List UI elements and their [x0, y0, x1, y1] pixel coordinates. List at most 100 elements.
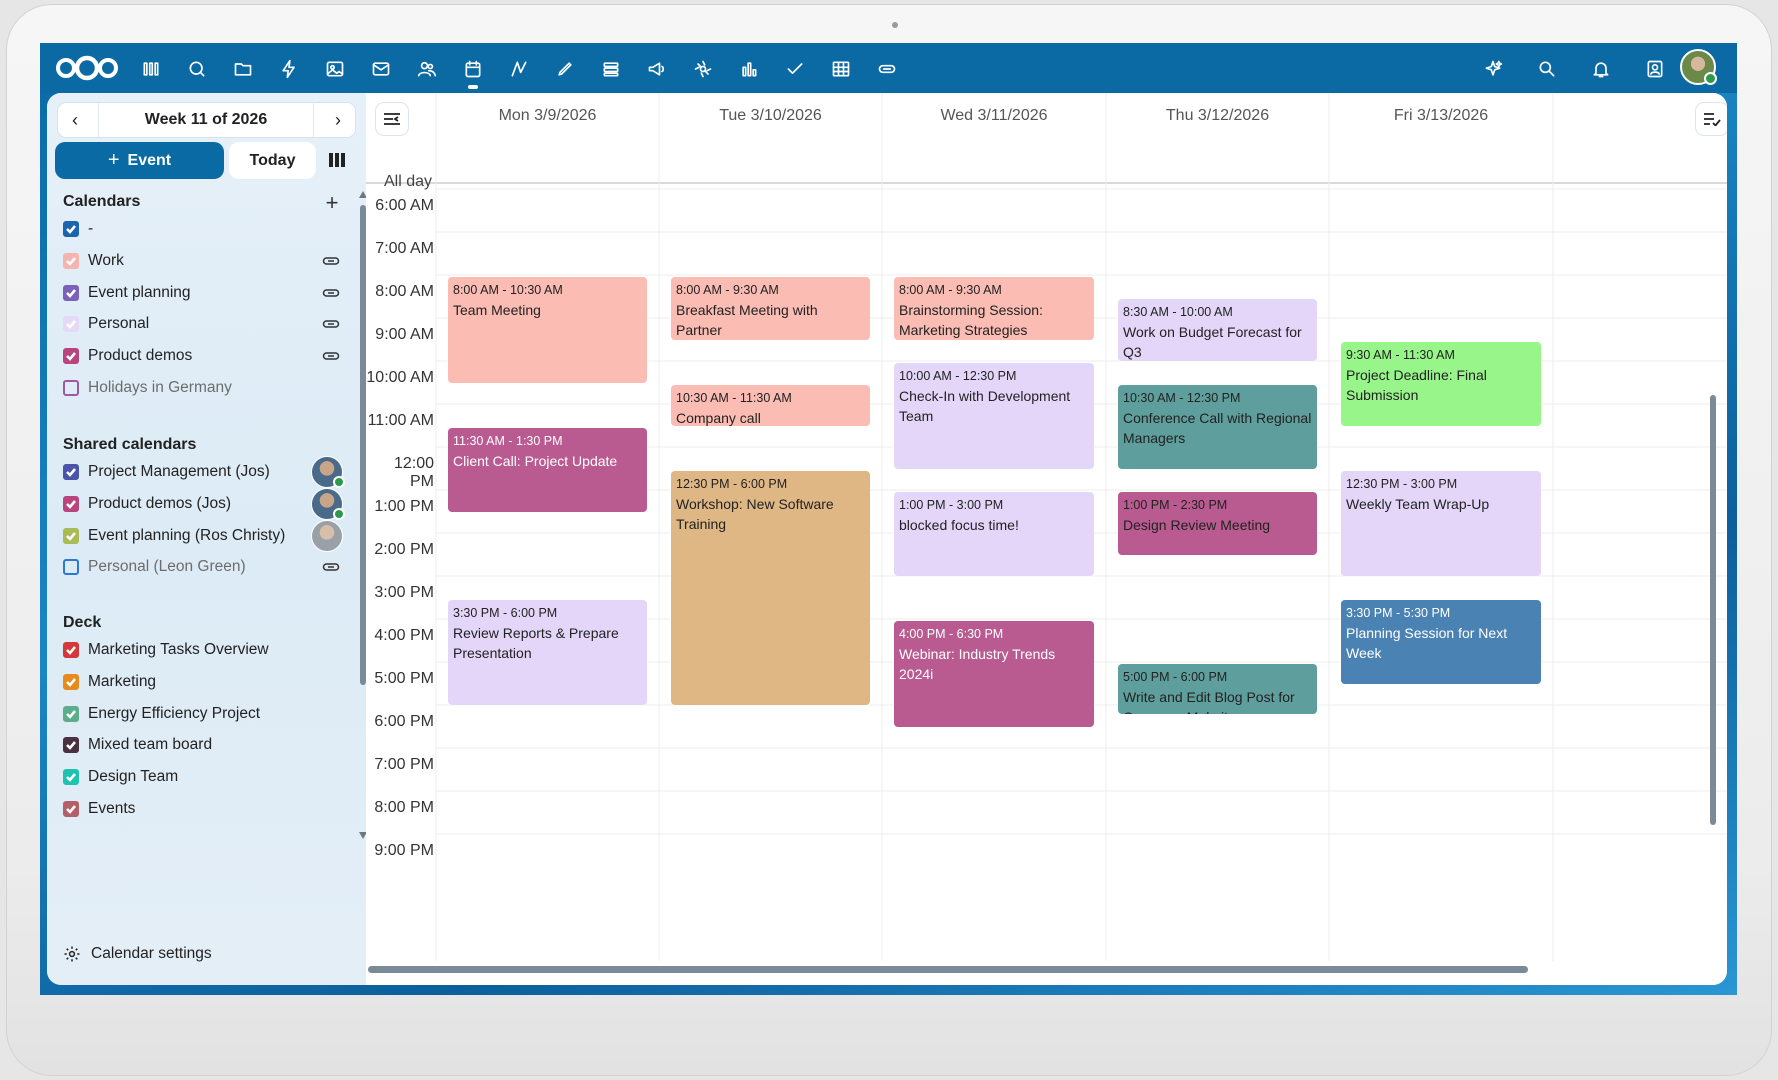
add-calendar-icon[interactable]: +: [321, 190, 343, 215]
analytics-icon[interactable]: [736, 56, 762, 82]
mail-icon[interactable]: [368, 56, 394, 82]
activity-icon[interactable]: [276, 56, 302, 82]
day-header[interactable]: Thu 3/12/2026: [1093, 107, 1343, 125]
calendar-event[interactable]: 1:00 PM - 3:00 PM blocked focus time!: [894, 492, 1094, 576]
event-time: 11:30 AM - 1:30 PM: [453, 433, 563, 448]
tables-icon[interactable]: [828, 56, 854, 82]
announcements-icon[interactable]: [644, 56, 670, 82]
calendar-event[interactable]: 4:00 PM - 6:30 PM Webinar: Industry Trend…: [894, 621, 1094, 727]
nextcloud-logo[interactable]: [54, 55, 120, 81]
deck-icon[interactable]: [598, 56, 624, 82]
new-event-button[interactable]: + Event: [55, 142, 224, 179]
shared-calendar-item[interactable]: Project Management (Jos): [63, 458, 323, 486]
user-avatar[interactable]: [1680, 49, 1717, 85]
checkbox[interactable]: [63, 221, 79, 237]
grid-horizontal-scrollbar[interactable]: [368, 966, 1528, 973]
chevron-right-icon[interactable]: ›: [321, 103, 355, 137]
time-label: 6:00 PM: [374, 713, 434, 730]
calendar-event[interactable]: 8:00 AM - 10:30 AM Team Meeting: [448, 277, 647, 383]
checkbox[interactable]: [63, 769, 79, 786]
deck-item[interactable]: Design Team: [63, 763, 323, 791]
time-label: 9:00 AM: [375, 326, 434, 343]
calendar-event[interactable]: 10:00 AM - 12:30 PM Check-In with Develop…: [894, 363, 1094, 469]
tasks-icon[interactable]: [782, 56, 808, 82]
share-link-icon[interactable]: [320, 252, 342, 270]
shared-calendar-item[interactable]: Event planning (Ros Christy): [63, 522, 323, 550]
day-header[interactable]: Wed 3/11/2026: [869, 107, 1119, 125]
shared-calendars-header: Shared calendars: [63, 436, 197, 453]
notifications-icon[interactable]: [1588, 56, 1614, 82]
link-icon[interactable]: [874, 56, 900, 82]
calendar-item[interactable]: Event planning: [63, 279, 323, 307]
contacts-icon[interactable]: [414, 56, 440, 82]
share-link-icon[interactable]: [320, 347, 342, 365]
share-link-icon[interactable]: [320, 558, 342, 576]
calendar-event[interactable]: 8:00 AM - 9:30 AM Breakfast Meeting with …: [671, 277, 870, 340]
calendar-settings-link[interactable]: Calendar settings: [63, 945, 212, 963]
checkbox[interactable]: [63, 284, 79, 301]
checkbox[interactable]: [63, 737, 79, 754]
share-link-icon[interactable]: [320, 284, 342, 302]
day-header[interactable]: Tue 3/10/2026: [646, 107, 896, 125]
today-button[interactable]: Today: [229, 142, 316, 179]
files-icon[interactable]: [230, 56, 256, 82]
assistant-icon[interactable]: [1480, 56, 1506, 82]
chevron-left-icon[interactable]: ‹: [58, 103, 92, 137]
task-list-icon[interactable]: [1696, 103, 1727, 135]
deck-item[interactable]: Marketing Tasks Overview: [63, 636, 323, 664]
calendar-item[interactable]: Personal: [63, 310, 323, 338]
text-icon[interactable]: [506, 56, 532, 82]
calendar-event[interactable]: 8:30 AM - 10:00 AM Work on Budget Forecas…: [1118, 298, 1317, 361]
deck-item[interactable]: Events: [63, 795, 323, 823]
checkbox[interactable]: [63, 348, 79, 365]
calendar-item[interactable]: Work: [63, 247, 323, 275]
calendar-item[interactable]: -: [63, 215, 323, 243]
toggle-sidebar-icon[interactable]: [376, 103, 408, 135]
calendar-event[interactable]: 10:30 AM - 11:30 AM Company call: [671, 384, 870, 426]
calendar-event[interactable]: 9:30 AM - 11:30 AM Project Deadline: Fina…: [1341, 341, 1541, 426]
share-link-icon[interactable]: [320, 315, 342, 333]
checkbox[interactable]: [63, 705, 79, 722]
calendar-event[interactable]: 3:30 PM - 6:00 PM Review Reports & Prepar…: [448, 599, 647, 705]
checkbox[interactable]: [63, 527, 79, 544]
day-header[interactable]: Mon 3/9/2026: [423, 107, 673, 125]
search-icon[interactable]: [1534, 56, 1560, 82]
checkbox[interactable]: [63, 559, 79, 576]
calendar-event[interactable]: 12:30 PM - 6:00 PM Workshop: New Software…: [671, 470, 870, 705]
time-label: 9:00 PM: [374, 842, 434, 859]
checkbox[interactable]: [63, 801, 79, 817]
calendar-event[interactable]: 5:00 PM - 6:00 PM Write and Edit Blog Pos…: [1118, 664, 1317, 714]
deck-item[interactable]: Energy Efficiency Project: [63, 700, 323, 728]
calendar-icon[interactable]: [460, 56, 486, 89]
integration-icon[interactable]: [690, 56, 716, 82]
checkbox[interactable]: [63, 252, 79, 269]
calendar-event[interactable]: 1:00 PM - 2:30 PM Design Review Meeting: [1118, 492, 1317, 555]
view-columns-icon[interactable]: [322, 145, 352, 175]
checkbox[interactable]: [63, 464, 79, 480]
checkbox[interactable]: [63, 642, 79, 658]
calendar-event[interactable]: 3:30 PM - 5:30 PM Planning Session for Ne…: [1341, 599, 1541, 684]
calendar-event[interactable]: 10:30 AM - 12:30 PM Conference Call with …: [1118, 384, 1317, 469]
contacts-menu-icon[interactable]: [1642, 56, 1668, 82]
owner-avatar: [311, 487, 345, 520]
checkbox[interactable]: [63, 673, 79, 690]
shared-calendar-item[interactable]: Product demos (Jos): [63, 490, 323, 518]
photos-icon[interactable]: [322, 56, 348, 82]
grid-vertical-scrollbar[interactable]: [1710, 395, 1716, 825]
deck-item[interactable]: Marketing: [63, 668, 323, 696]
search-circle-icon[interactable]: [184, 56, 210, 82]
checkbox[interactable]: [63, 380, 79, 396]
calendar-event[interactable]: 8:00 AM - 9:30 AM Brainstorming Session: …: [894, 277, 1094, 340]
checkbox[interactable]: [63, 316, 79, 333]
notes-icon[interactable]: [552, 56, 578, 82]
calendar-item[interactable]: Product demos: [63, 342, 323, 370]
calendar-event[interactable]: 11:30 AM - 1:30 PM Client Call: Project U…: [448, 427, 647, 512]
dashboard-icon[interactable]: [138, 56, 164, 82]
calendar-event[interactable]: 12:30 PM - 3:00 PM Weekly Team Wrap-Up: [1341, 470, 1541, 576]
calendar-item[interactable]: Holidays in Germany: [63, 374, 323, 402]
deck-item[interactable]: Mixed team board: [63, 731, 323, 759]
day-header[interactable]: Fri 3/13/2026: [1316, 107, 1566, 125]
shared-calendar-item[interactable]: Personal (Leon Green): [63, 553, 323, 581]
week-label[interactable]: Week 11 of 2026: [98, 103, 314, 137]
checkbox[interactable]: [63, 495, 79, 512]
